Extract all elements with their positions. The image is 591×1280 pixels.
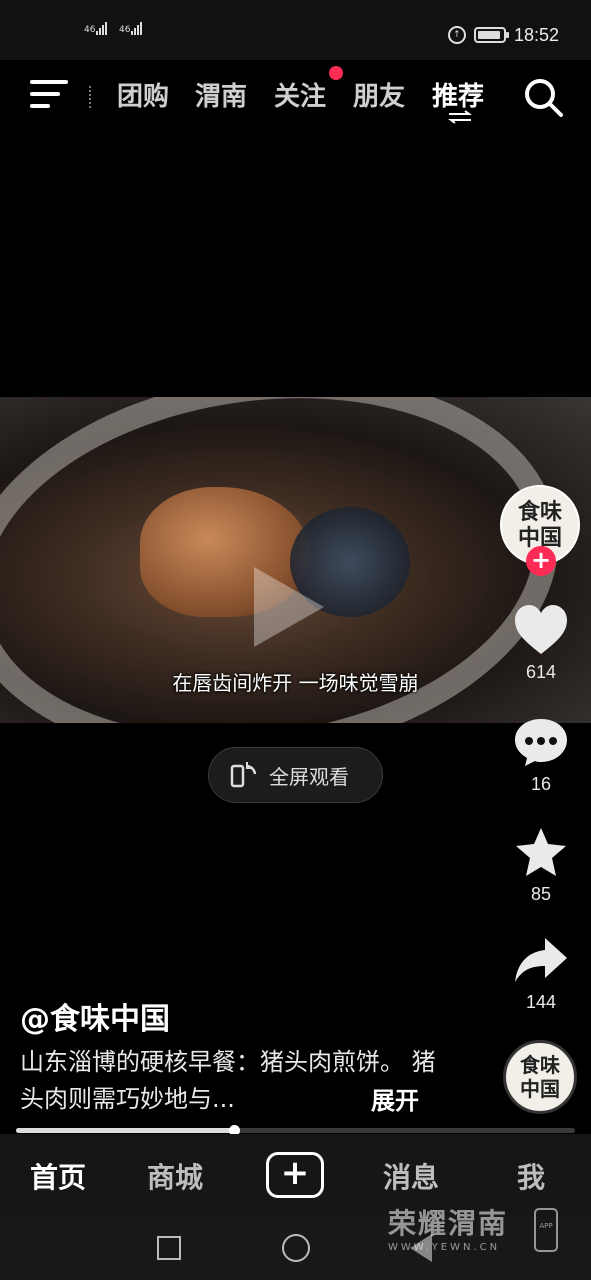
status-bar: 46 46 ↑ 18:52 (0, 0, 591, 60)
comment-count: 16 (530, 774, 552, 794)
cell-signal-1: 46 (84, 22, 108, 35)
author-name[interactable]: @食味中国 (20, 994, 170, 1038)
video-subtitle: 在唇齿间炸开 一场味觉雪崩 (172, 671, 419, 695)
heart-icon (515, 605, 567, 654)
signal-2-label: 46 (119, 25, 131, 35)
battery-icon (473, 27, 509, 43)
progress-fill (16, 1128, 234, 1133)
menu-icon[interactable] (30, 80, 68, 108)
favorite-button[interactable]: 85 (505, 826, 577, 905)
expand-button[interactable]: 展开 (371, 1081, 419, 1116)
like-button[interactable]: 614 (505, 604, 577, 683)
music-disc[interactable]: 食味 中国 (503, 1040, 577, 1114)
tab-mall[interactable]: 商城 (147, 1156, 203, 1196)
play-icon[interactable] (254, 567, 324, 647)
fullscreen-button[interactable]: 全屏观看 (208, 747, 383, 803)
tab-messages[interactable]: 消息 (383, 1156, 439, 1196)
comment-icon (515, 719, 567, 766)
like-count: 614 (525, 662, 557, 682)
tab-home[interactable]: 首页 (30, 1156, 86, 1196)
divider (89, 86, 91, 108)
tab-weinan[interactable]: 渭南 (195, 76, 247, 113)
clock: 18:52 (513, 24, 559, 45)
swap-icon[interactable] (447, 110, 473, 124)
tab-me[interactable]: 我 (517, 1156, 545, 1196)
star-icon (516, 828, 566, 876)
watermark-app-icon: APP (534, 1208, 558, 1252)
follow-button[interactable]: + (526, 546, 556, 576)
home-icon[interactable] (282, 1234, 310, 1262)
progress-bar[interactable] (16, 1125, 575, 1136)
search-icon[interactable] (522, 76, 564, 118)
share-icon (515, 938, 567, 982)
share-count: 144 (525, 992, 557, 1012)
watermark-title: 荣耀渭南 (388, 1207, 509, 1240)
tab-recommend[interactable]: 推荐 (432, 76, 484, 113)
recents-icon[interactable] (157, 1236, 181, 1260)
tab-following[interactable]: 关注 (274, 76, 326, 113)
fullscreen-label: 全屏观看 (269, 764, 349, 789)
favorite-count: 85 (530, 884, 552, 904)
notification-dot (329, 66, 343, 80)
hd-icon: ↑ (447, 26, 466, 44)
top-nav: 团购 渭南 关注 朋友 推荐 (0, 60, 591, 132)
watermark: 荣耀渭南 WWW.YEWN.CN APP (388, 1202, 558, 1262)
share-button[interactable]: 144 (505, 934, 577, 1013)
comment-button[interactable]: 16 (505, 716, 577, 795)
cell-signal-2: 46 (119, 22, 143, 35)
rotate-screen-icon (230, 762, 257, 788)
tab-friends[interactable]: 朋友 (353, 76, 405, 113)
video-player[interactable]: 在唇齿间炸开 一场味觉雪崩 (0, 397, 591, 723)
watermark-url: WWW.YEWN.CN (388, 1242, 501, 1253)
create-button[interactable]: + (266, 1152, 324, 1198)
tab-tuangou[interactable]: 团购 (117, 76, 169, 113)
signal-1-label: 46 (84, 25, 96, 35)
